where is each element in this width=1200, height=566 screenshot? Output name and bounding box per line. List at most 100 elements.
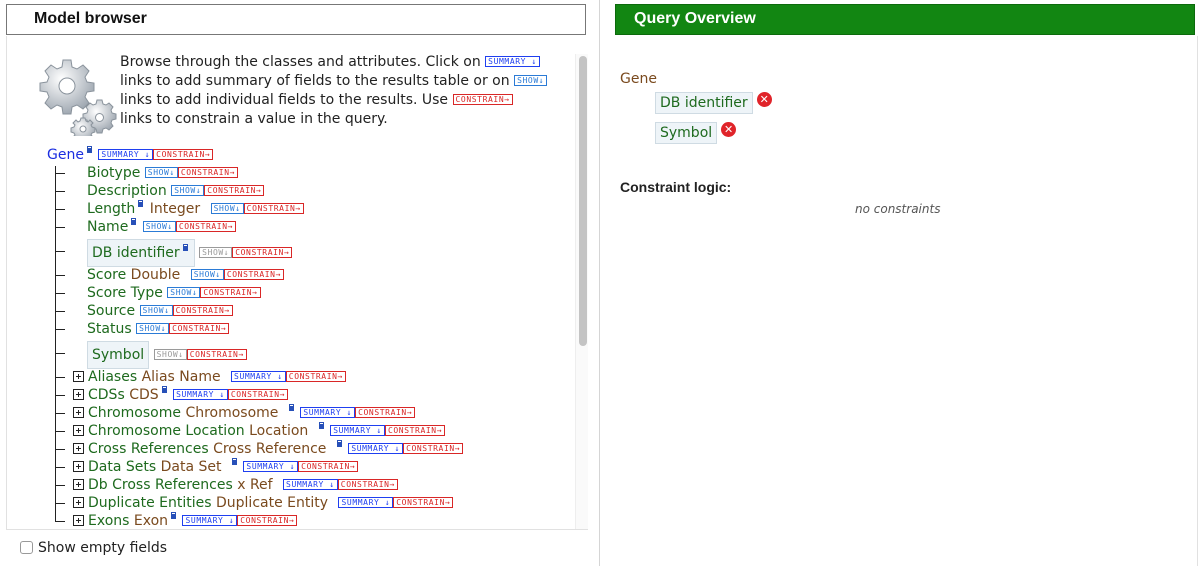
- info-icon[interactable]: [231, 458, 237, 465]
- show-button[interactable]: SHOW↓: [190, 269, 224, 280]
- show-button[interactable]: SHOW↓: [144, 167, 178, 178]
- reference-name[interactable]: Cross References: [88, 441, 209, 457]
- constrain-button[interactable]: CONSTRAIN→: [298, 461, 359, 472]
- remove-field-icon[interactable]: ✕: [756, 92, 772, 107]
- tree-scrollbar[interactable]: [575, 54, 588, 529]
- reference-name[interactable]: Aliases: [88, 369, 137, 385]
- query-overview-panel: Gene DB identifier ✕ Symbol ✕ Constraint l…: [615, 36, 1198, 566]
- info-icon[interactable]: [288, 404, 294, 411]
- show-button[interactable]: SHOW↓: [136, 323, 170, 334]
- summary-button[interactable]: SUMMARY ↓: [330, 425, 385, 436]
- info-icon[interactable]: [336, 440, 342, 447]
- constrain-button[interactable]: CONSTRAIN→: [227, 389, 289, 400]
- tree-ref-data-sets: Data Sets Data Set SUMMARY ↓ CONSTRAIN→: [51, 458, 359, 476]
- info-icon[interactable]: [171, 512, 177, 519]
- summary-button[interactable]: SUMMARY ↓: [300, 407, 356, 418]
- tree-attr-biotype: Biotype SHOW↓ CONSTRAIN→: [51, 164, 239, 182]
- root-class-link[interactable]: Gene: [47, 147, 84, 163]
- summary-tag-legend: SUMMARY ↓: [485, 56, 540, 67]
- model-browser-panel: Browse through the classes and attribute…: [6, 36, 588, 530]
- info-icon[interactable]: [318, 422, 324, 429]
- summary-button[interactable]: SUMMARY ↓: [231, 371, 286, 382]
- query-field-db-identifier: DB identifier ✕: [655, 92, 772, 114]
- query-overview-header: Query Overview: [615, 4, 1195, 35]
- constraint-logic-value: no constraints: [855, 202, 941, 216]
- tree-ref-exons: Exons Exon SUMMARY ↓ CONSTRAIN→: [51, 512, 298, 529]
- show-button[interactable]: SHOW↓: [171, 185, 205, 196]
- constrain-button[interactable]: CONSTRAIN→: [243, 203, 304, 214]
- expand-icon[interactable]: [73, 389, 84, 400]
- summary-button[interactable]: SUMMARY ↓: [338, 497, 394, 508]
- constrain-button[interactable]: CONSTRAIN→: [337, 479, 398, 490]
- attribute-name: Length: [87, 201, 136, 217]
- reference-name[interactable]: Data Sets: [88, 459, 156, 475]
- reference-name[interactable]: CDSs: [88, 387, 125, 403]
- expand-icon[interactable]: [73, 425, 84, 436]
- constrain-button[interactable]: CONSTRAIN→: [169, 323, 230, 334]
- remove-field-icon[interactable]: ✕: [721, 122, 737, 137]
- attribute-type: Integer: [149, 201, 201, 217]
- reference-name[interactable]: Db Cross References: [88, 477, 233, 493]
- tree-attr-score-type: Score Type SHOW↓ CONSTRAIN→: [51, 284, 261, 302]
- expand-icon[interactable]: [73, 479, 84, 490]
- tree-ref-chromosome-location: Chromosome Location Location SUMMARY ↓ CO…: [51, 422, 446, 440]
- tree-attr-length: Length Integer SHOW↓ CONSTRAIN→: [51, 200, 304, 218]
- show-button[interactable]: SHOW↓: [167, 287, 201, 298]
- constrain-button[interactable]: CONSTRAIN→: [384, 425, 446, 436]
- expand-icon[interactable]: [73, 371, 84, 382]
- scrollbar-thumb[interactable]: [579, 56, 587, 346]
- attribute-name: Biotype: [87, 165, 141, 181]
- show-button[interactable]: SHOW↓: [210, 203, 244, 214]
- show-empty-fields-option[interactable]: Show empty fields: [20, 540, 167, 556]
- show-button[interactable]: SHOW↓: [142, 221, 176, 232]
- summary-button[interactable]: SUMMARY ↓: [243, 461, 299, 472]
- constrain-button[interactable]: CONSTRAIN→: [153, 149, 214, 160]
- summary-button[interactable]: SUMMARY ↓: [98, 149, 154, 160]
- constrain-button[interactable]: CONSTRAIN→: [393, 497, 454, 508]
- expand-icon[interactable]: [73, 461, 84, 472]
- tree-ref-cdss: CDSs CDS SUMMARY ↓ CONSTRAIN→: [51, 386, 289, 404]
- summary-button[interactable]: SUMMARY ↓: [173, 389, 228, 400]
- constrain-button[interactable]: CONSTRAIN→: [175, 221, 237, 232]
- constrain-button[interactable]: CONSTRAIN→: [200, 287, 261, 298]
- info-icon[interactable]: [131, 218, 137, 225]
- summary-button[interactable]: SUMMARY ↓: [283, 479, 338, 490]
- show-empty-fields-checkbox[interactable]: [20, 541, 33, 554]
- constrain-button[interactable]: CONSTRAIN→: [403, 443, 464, 454]
- expand-icon[interactable]: [73, 443, 84, 454]
- constrain-button[interactable]: CONSTRAIN→: [186, 349, 247, 360]
- reference-name[interactable]: Chromosome: [88, 405, 181, 421]
- constrain-button[interactable]: CONSTRAIN→: [355, 407, 416, 418]
- constrain-button[interactable]: CONSTRAIN→: [204, 185, 265, 196]
- reference-type: CDS: [129, 387, 159, 403]
- info-icon[interactable]: [182, 244, 188, 251]
- tree-ref-aliases: Aliases Alias Name SUMMARY ↓ CONSTRAIN→: [51, 368, 346, 386]
- constrain-button[interactable]: CONSTRAIN→: [223, 269, 284, 280]
- constrain-button[interactable]: CONSTRAIN→: [177, 167, 239, 178]
- panel-divider: [599, 0, 600, 566]
- constrain-button[interactable]: CONSTRAIN→: [172, 305, 233, 316]
- info-icon[interactable]: [161, 386, 167, 393]
- summary-button[interactable]: SUMMARY ↓: [182, 515, 238, 526]
- summary-button[interactable]: SUMMARY ↓: [348, 443, 404, 454]
- intro-text-1: Browse through the classes and attribute…: [120, 54, 481, 70]
- model-browser-title: Model browser: [34, 10, 147, 27]
- attribute-name-selected: Symbol: [87, 341, 150, 369]
- constrain-button[interactable]: CONSTRAIN→: [237, 515, 298, 526]
- info-icon[interactable]: [138, 200, 144, 207]
- attribute-type: Double: [130, 267, 181, 283]
- reference-name[interactable]: Duplicate Entities: [88, 495, 212, 511]
- query-overview-title: Query Overview: [634, 10, 756, 27]
- expand-icon[interactable]: [73, 497, 84, 508]
- reference-name[interactable]: Chromosome Location: [88, 423, 245, 439]
- show-button[interactable]: SHOW↓: [139, 305, 173, 316]
- constrain-button[interactable]: CONSTRAIN→: [232, 247, 293, 258]
- tree-attr-symbol: Symbol SHOW↓ CONSTRAIN→: [51, 341, 247, 369]
- constrain-button[interactable]: CONSTRAIN→: [285, 371, 346, 382]
- reference-name[interactable]: Exons: [88, 513, 129, 529]
- tree-ref-chromosome: Chromosome Chromosome SUMMARY ↓ CONSTRAIN…: [51, 404, 416, 422]
- reference-type: Chromosome: [185, 405, 279, 421]
- expand-icon[interactable]: [73, 515, 84, 526]
- info-icon[interactable]: [86, 146, 92, 153]
- expand-icon[interactable]: [73, 407, 84, 418]
